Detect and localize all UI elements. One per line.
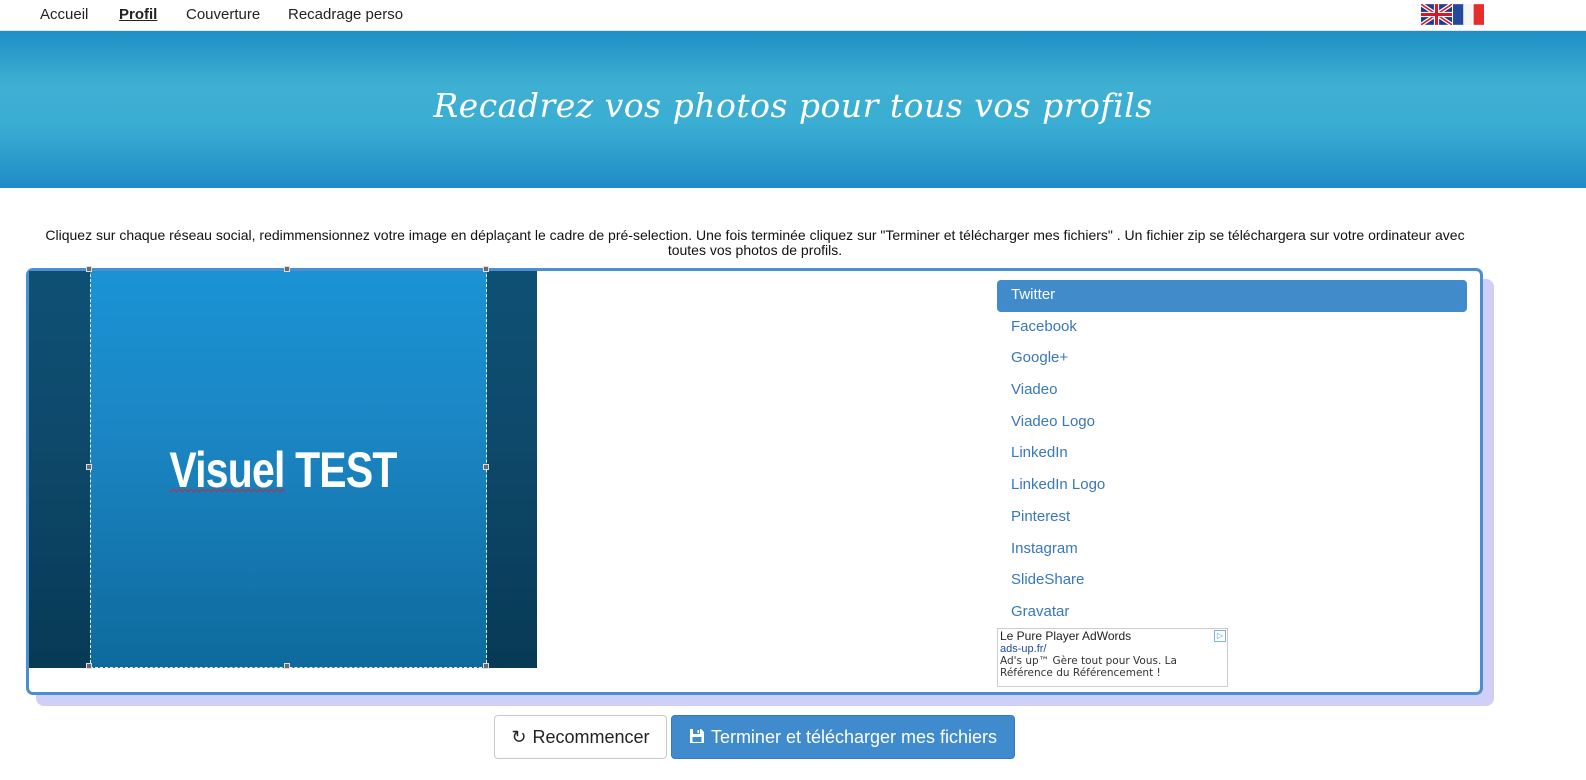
social-item-googleplus[interactable]: Google+ bbox=[997, 343, 1467, 375]
header-banner: Recadrez vos photos pour tous vos profil… bbox=[0, 31, 1586, 188]
finish-label: Terminer et télécharger mes fichiers bbox=[710, 727, 998, 747]
top-nav: Accueil Profil Couverture Recadrage pers… bbox=[0, 0, 1586, 31]
crop-shade-right bbox=[487, 271, 537, 668]
social-item-slideshare[interactable]: SlideShare bbox=[997, 565, 1467, 597]
adchoices-icon[interactable]: ▷ bbox=[1214, 630, 1226, 642]
crop-handle-bottom[interactable] bbox=[284, 663, 290, 669]
crop-handle-left[interactable] bbox=[86, 464, 92, 470]
crop-handle-bottom-right[interactable] bbox=[483, 663, 489, 669]
ad-box[interactable]: ▷ Le Pure Player AdWords ads-up.fr/ Ad's… bbox=[997, 628, 1228, 687]
social-item-linkedin-logo[interactable]: LinkedIn Logo bbox=[997, 470, 1467, 502]
social-item-instagram[interactable]: Instagram bbox=[997, 534, 1467, 566]
social-item-linkedin[interactable]: LinkedIn bbox=[997, 438, 1467, 470]
uk-flag-icon[interactable] bbox=[1421, 4, 1452, 25]
crop-handle-bottom-left[interactable] bbox=[86, 663, 92, 669]
crop-handle-top[interactable] bbox=[284, 266, 290, 272]
nav-couverture[interactable]: Couverture bbox=[186, 6, 260, 23]
crop-selection-box[interactable] bbox=[90, 271, 487, 668]
social-network-list: Twitter Facebook Google+ Viadeo Viadeo L… bbox=[997, 280, 1467, 629]
finish-download-button[interactable]: Terminer et télécharger mes fichiers bbox=[671, 715, 1015, 759]
crop-handle-right[interactable] bbox=[483, 464, 489, 470]
social-item-facebook[interactable]: Facebook bbox=[997, 312, 1467, 344]
nav-profil[interactable]: Profil bbox=[119, 6, 157, 23]
crop-shade-left bbox=[29, 271, 90, 668]
ad-title[interactable]: Le Pure Player AdWords bbox=[1000, 630, 1225, 643]
nav-recadrage-perso[interactable]: Recadrage perso bbox=[288, 6, 403, 23]
restart-button[interactable]: ↻ Recommencer bbox=[494, 715, 667, 759]
social-item-viadeo-logo[interactable]: Viadeo Logo bbox=[997, 407, 1467, 439]
ad-url[interactable]: ads-up.fr/ bbox=[1000, 643, 1225, 655]
social-item-gravatar[interactable]: Gravatar bbox=[997, 597, 1467, 629]
crop-handle-top-left[interactable] bbox=[86, 266, 92, 272]
restart-label: Recommencer bbox=[532, 727, 650, 747]
refresh-icon: ↻ bbox=[511, 727, 527, 747]
crop-handle-top-right[interactable] bbox=[483, 266, 489, 272]
ad-text: Ad's up™ Gère tout pour Vous. La Référen… bbox=[1000, 655, 1177, 679]
social-item-pinterest[interactable]: Pinterest bbox=[997, 502, 1467, 534]
banner-title: Recadrez vos photos pour tous vos profil… bbox=[433, 86, 1153, 125]
social-item-viadeo[interactable]: Viadeo bbox=[997, 375, 1467, 407]
social-item-twitter[interactable]: Twitter bbox=[997, 280, 1467, 312]
floppy-disk-icon bbox=[689, 716, 705, 758]
fr-flag-icon[interactable] bbox=[1453, 4, 1484, 25]
nav-accueil[interactable]: Accueil bbox=[40, 6, 88, 23]
crop-image[interactable]: Visuel TEST bbox=[29, 271, 537, 668]
instructions-text: Cliquez sur chaque réseau social, redimm… bbox=[45, 227, 1465, 258]
